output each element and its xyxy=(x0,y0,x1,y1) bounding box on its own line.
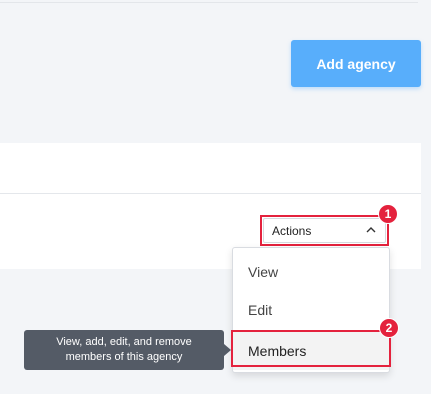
tooltip-arrow xyxy=(224,344,231,356)
step-badge-2: 2 xyxy=(379,318,399,338)
chevron-up-icon xyxy=(366,227,376,233)
menu-item-edit[interactable]: Edit xyxy=(233,291,389,329)
menu-item-view[interactable]: View xyxy=(233,253,389,291)
add-agency-button[interactable]: Add agency xyxy=(291,40,421,87)
actions-dropdown-button[interactable]: Actions xyxy=(263,218,386,243)
header-divider xyxy=(0,0,418,3)
actions-label: Actions xyxy=(272,223,312,238)
table-header-row xyxy=(0,143,421,194)
step-badge-1: 1 xyxy=(378,204,398,224)
agencies-page: Add agency Actions 1 View Edit Members 2… xyxy=(0,0,431,394)
menu-item-members[interactable]: Members xyxy=(233,332,389,370)
members-tooltip: View, add, edit, and remove members of t… xyxy=(24,330,224,370)
actions-dropdown-menu: View Edit Members xyxy=(232,247,390,373)
